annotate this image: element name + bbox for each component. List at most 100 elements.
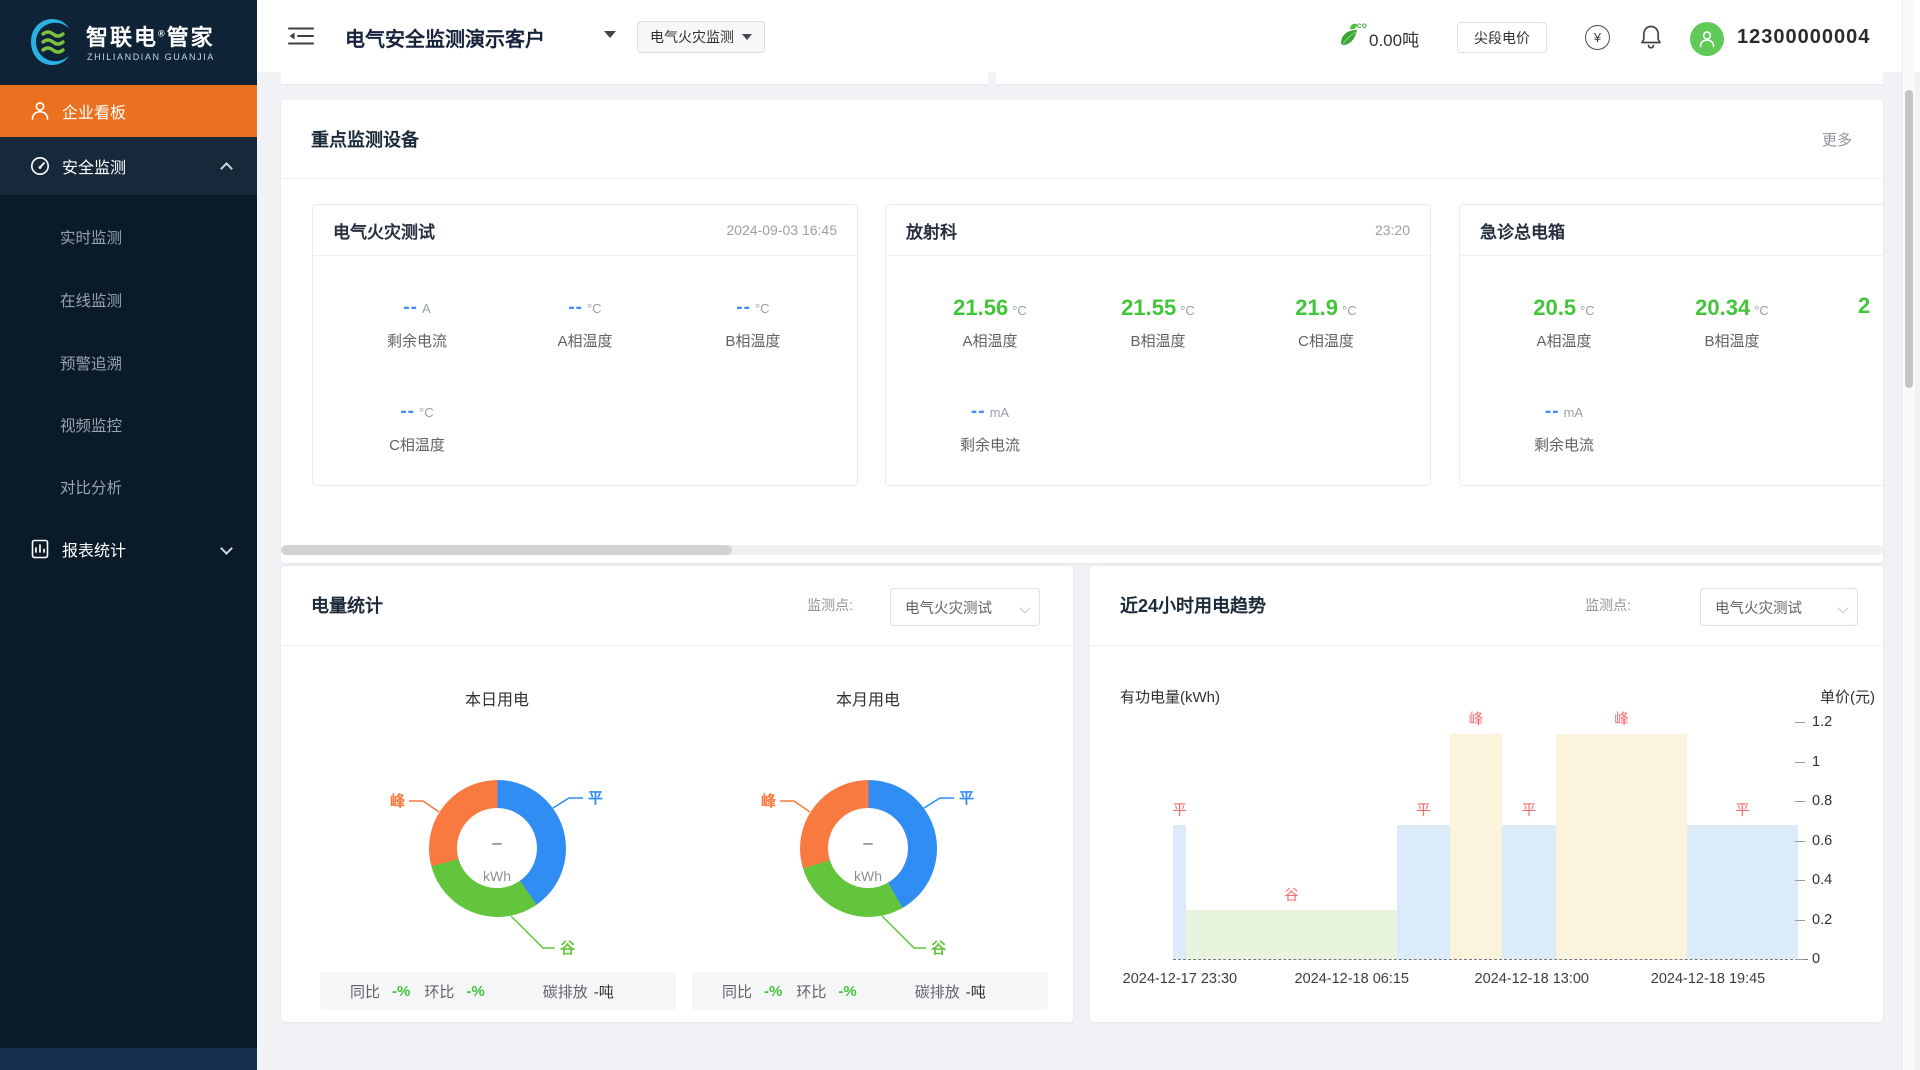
metric-label: C相温度 [1242, 331, 1410, 353]
horizontal-scrollbar[interactable] [281, 545, 1883, 555]
metric-number: 21.9 [1295, 295, 1338, 320]
divider [281, 645, 1073, 646]
user-phone-number[interactable]: 12300000004 [1737, 26, 1870, 49]
stat-item: -吨 [966, 981, 986, 1002]
metric-unit: A [422, 301, 431, 316]
metric-label: 剩余电流 [1480, 435, 1648, 457]
system-select[interactable]: 电气火灾监测 [637, 21, 765, 53]
brand-logo-icon [26, 16, 78, 73]
trend-chart-card: 近24小时用电趋势 监测点: 电气火灾测试 有功电量(kWh) 单价(元) 平谷… [1090, 566, 1883, 1022]
topbar: 电气安全监测演示客户 电气火灾监测 CO₂ 0.00吨 尖段电价 ¥ 12300… [257, 0, 1920, 72]
metric-value-clipped: 2 [1858, 293, 1870, 319]
y-tick-mark [1795, 920, 1805, 921]
price-band-峰 [1450, 734, 1502, 959]
donut-leader-lines: 峰平谷 [347, 728, 647, 978]
metric: -- mA 剩余电流 [906, 397, 1074, 457]
metric-number: -- [971, 401, 986, 422]
metric-unit: °C [1342, 303, 1357, 318]
monitor-devices-card: 重点监测设备 更多 电气火灾测试2024-09-03 16:45--A剩余电流-… [281, 100, 1883, 563]
metric-label: A相温度 [1480, 331, 1648, 353]
collapse-menu-icon[interactable] [288, 25, 314, 52]
stat-item: 环比 [796, 981, 826, 1002]
divider [281, 178, 1883, 179]
device-card[interactable]: 电气火灾测试2024-09-03 16:45--A剩余电流--°CA相温度--°… [312, 204, 858, 486]
metrics-row: --A剩余电流--°CA相温度--°CB相温度 [313, 293, 857, 353]
metrics-row: --mA剩余电流 [1460, 397, 1883, 457]
sidebar-item-safety[interactable]: 安全监测 [0, 137, 257, 195]
price-band-label: 峰 [1469, 708, 1484, 729]
metric-number: 21.55 [1121, 295, 1176, 320]
y-tick-mark [1795, 762, 1805, 763]
user-avatar[interactable] [1690, 22, 1724, 56]
left-axis-label: 有功电量(kWh) [1120, 686, 1220, 707]
clipped-card-top-left [281, 72, 988, 85]
sidebar-item-report[interactable]: 报表统计 [0, 520, 257, 578]
donut-title-month: 本月用电 [768, 686, 968, 710]
price-trend-chart: 有功电量(kWh) 单价(元) 平谷平峰平峰平00.20.40.60.811.2… [1090, 566, 1883, 1022]
horizontal-scrollbar-thumb[interactable] [281, 545, 732, 555]
device-card[interactable]: 放射科23:2021.56°CA相温度21.55°CB相温度21.9°CC相温度… [885, 204, 1431, 486]
more-link[interactable]: 更多 [1822, 100, 1852, 178]
metric: 21.55°CB相温度 [1074, 293, 1242, 353]
sidebar-subitem-4[interactable]: 对比分析 [60, 476, 122, 498]
sidebar-item-label: 安全监测 [62, 154, 126, 178]
donut-slice-label: 谷 [560, 940, 576, 957]
metric: --°CA相温度 [501, 293, 669, 353]
metric-label: A相温度 [906, 331, 1074, 353]
device-title: 放射科 [906, 205, 957, 255]
caret-down-icon [742, 34, 752, 40]
customer-title[interactable]: 电气安全监测演示客户 [345, 23, 545, 52]
stat-item: 环比 [424, 981, 454, 1002]
brand-name-en: ZHILIANDIAN GUANJIA [87, 52, 215, 62]
metric-unit: °C [1754, 303, 1769, 318]
stat-item: 碳排放 [915, 981, 960, 1002]
metric-unit: mA [990, 405, 1010, 420]
y-tick-label: 1.2 [1812, 714, 1832, 730]
sidebar-subitem-0[interactable]: 实时监测 [60, 226, 122, 248]
notification-bell-icon[interactable] [1639, 24, 1663, 55]
monitor-point-select[interactable]: 电气火灾测试 [890, 588, 1040, 626]
price-band-label: 平 [1172, 799, 1187, 820]
x-axis-line [1173, 959, 1808, 960]
metric-unit: °C [1180, 303, 1195, 318]
sidebar-subitem-2[interactable]: 预警追溯 [60, 352, 122, 374]
y-tick-mark [1795, 880, 1805, 881]
stat-item: 碳排放 [543, 981, 588, 1002]
metric: 21.56°CA相温度 [906, 293, 1074, 353]
stat-item: 同比 [350, 981, 380, 1002]
monitor-point-label: 监测点: [807, 566, 853, 644]
divider [1460, 255, 1883, 256]
price-band-平 [1502, 825, 1556, 959]
metric-number: -- [568, 297, 583, 318]
donut-slice-label: 峰 [390, 792, 406, 810]
y-tick-label: 0.6 [1812, 833, 1832, 849]
sidebar-item-kanban[interactable]: 企业看板 [0, 85, 257, 137]
system-select-value: 电气火灾监测 [650, 27, 734, 47]
user-icon [30, 100, 50, 122]
metric: --°CB相温度 [669, 293, 837, 353]
right-axis-label: 单价(元) [1820, 686, 1875, 707]
caret-down-icon[interactable] [604, 31, 616, 38]
sidebar-subitem-3[interactable]: 视频监控 [60, 414, 122, 436]
metric-unit: °C [1580, 303, 1595, 318]
carbon-leaf-icon: CO₂ [1337, 20, 1367, 50]
donut-slice-label: 峰 [761, 792, 777, 810]
section-title: 重点监测设备 [311, 100, 419, 178]
stat-item: -% [392, 983, 410, 1000]
billing-yuan-icon[interactable]: ¥ [1585, 25, 1610, 50]
price-band-谷 [1186, 910, 1397, 959]
vertical-scrollbar-thumb[interactable] [1905, 90, 1913, 388]
sidebar-subitem-1[interactable]: 在线监测 [60, 289, 122, 311]
brand-name: 智联电®管家 [86, 20, 215, 52]
metric: 20.5°CA相温度 [1480, 293, 1648, 353]
device-card[interactable]: 急诊总电箱20.5°CA相温度20.34°CB相温度--mA剩余电流2 [1459, 204, 1883, 486]
price-band-label: 平 [1416, 799, 1431, 820]
metric-label: 剩余电流 [906, 435, 1074, 457]
metric-number: -- [403, 297, 418, 318]
y-tick-label: 1 [1812, 754, 1820, 770]
donut-slice-label: 谷 [931, 940, 947, 957]
donut-title-day: 本日用电 [397, 686, 597, 710]
price-period-badge[interactable]: 尖段电价 [1457, 22, 1547, 53]
metrics-row: 21.56°CA相温度21.55°CB相温度21.9°CC相温度 [886, 293, 1430, 353]
vertical-scrollbar[interactable] [1902, 0, 1915, 1070]
